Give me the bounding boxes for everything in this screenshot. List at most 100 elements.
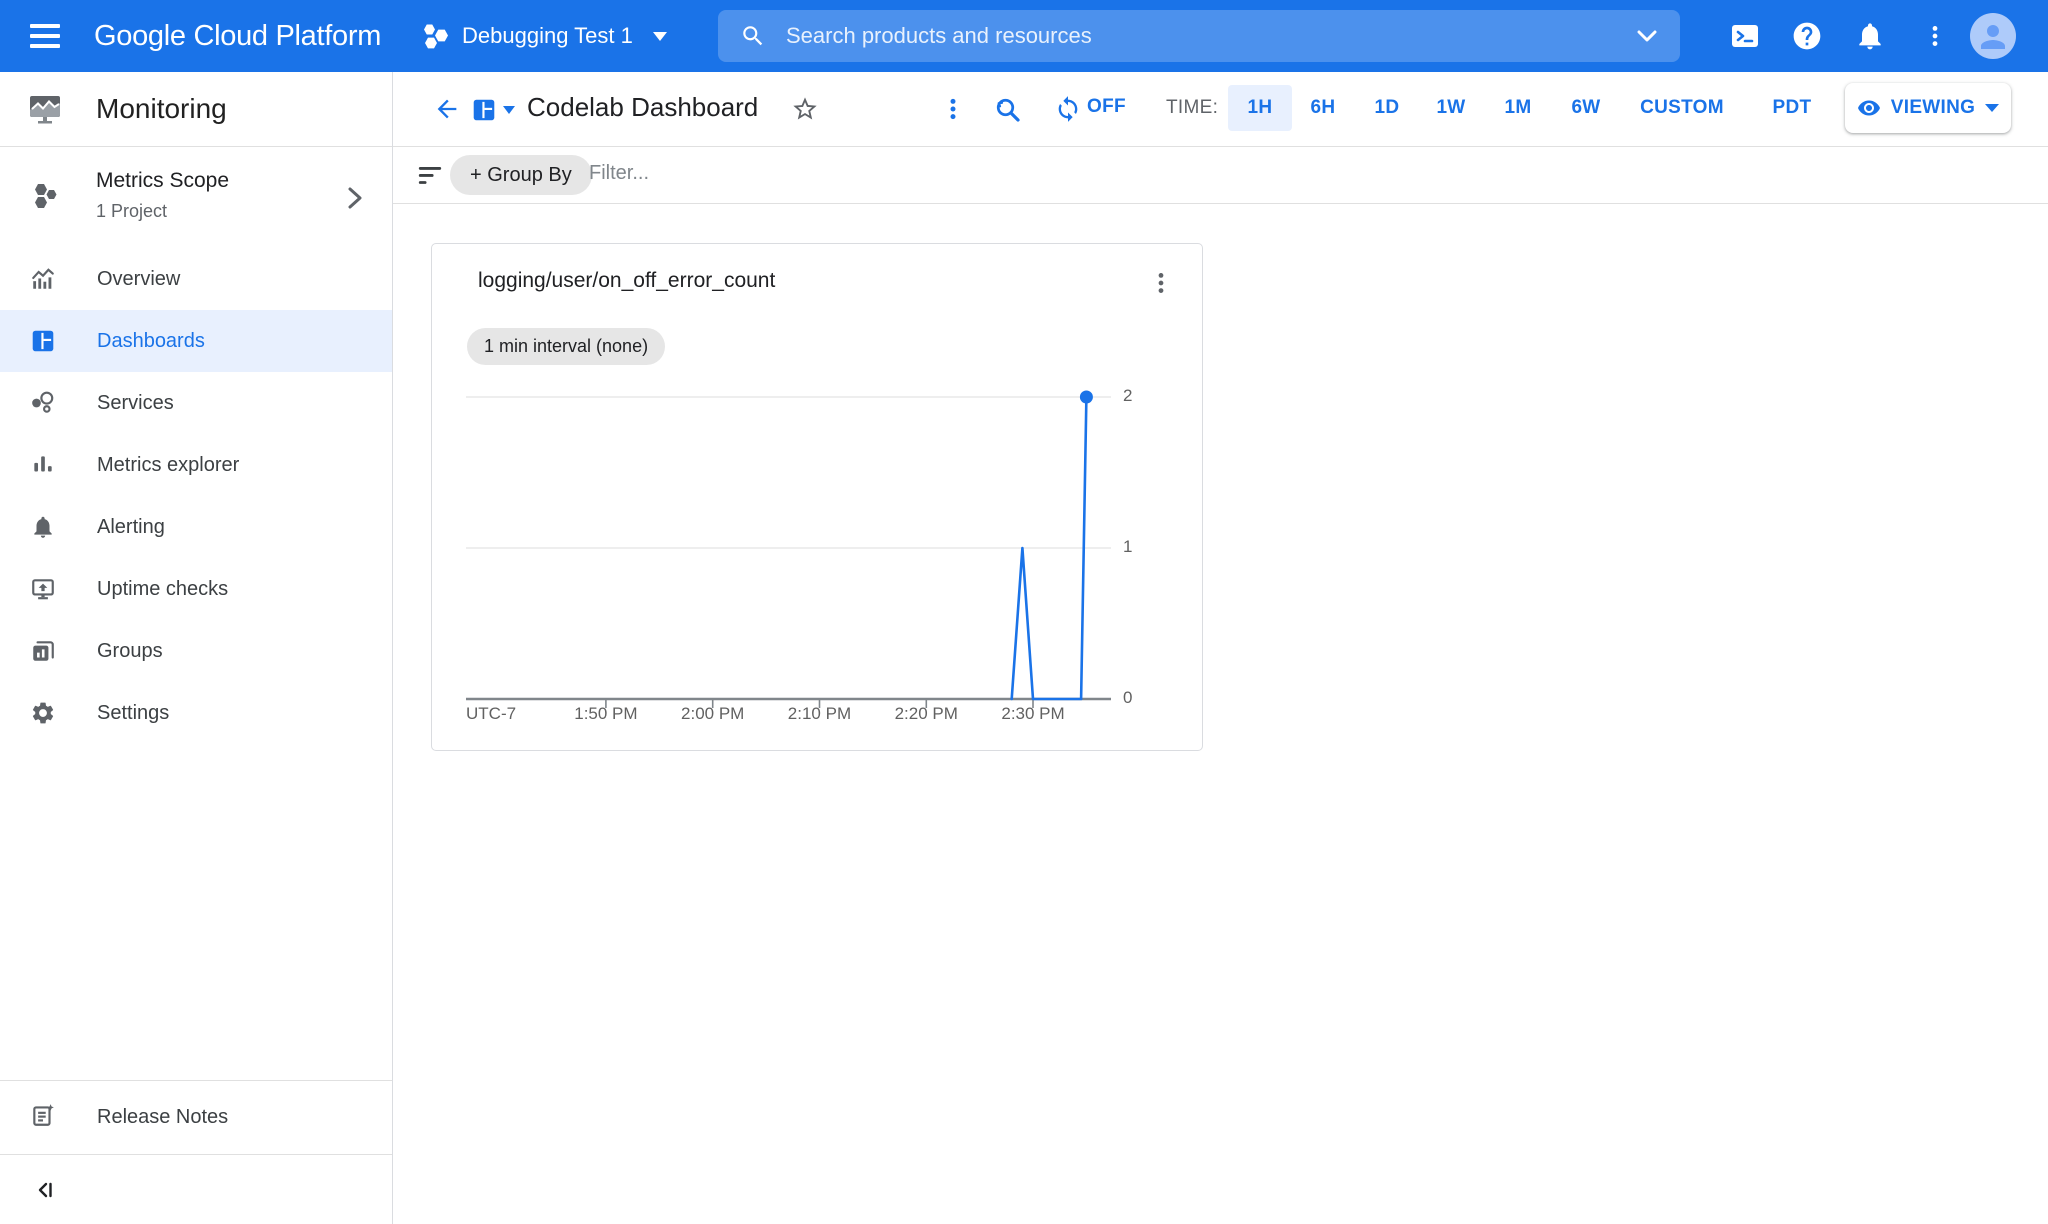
sidebar-nav: Overview Dashboards Services Metrics exp… — [0, 248, 392, 744]
y-axis-label-0: 0 — [1123, 688, 1163, 708]
x-axis-timezone-label: UTC-7 — [466, 704, 516, 724]
project-selector[interactable]: Debugging Test 1 — [424, 0, 667, 72]
toolbar-kebab-menu-icon[interactable] — [940, 96, 966, 122]
chart-card: logging/user/on_off_error_count 1 min in… — [431, 243, 1203, 751]
y-axis-label-2: 2 — [1123, 386, 1163, 406]
metrics-scope-hexagons-icon — [30, 181, 60, 211]
eye-icon — [1857, 96, 1881, 120]
header-kebab-menu-icon[interactable] — [1922, 20, 1948, 52]
metrics-scope-selector[interactable]: Metrics Scope 1 Project — [0, 147, 392, 248]
search-input[interactable]: Search products and resources — [718, 10, 1680, 62]
filter-input[interactable]: Filter... — [589, 162, 649, 185]
menu-hamburger-icon[interactable] — [30, 20, 64, 52]
viewing-mode-button[interactable]: VIEWING — [1845, 83, 2011, 133]
time-range-1m[interactable]: 1M — [1505, 85, 1532, 131]
sidebar-item-label: Overview — [97, 268, 180, 291]
filter-list-icon[interactable] — [416, 163, 444, 189]
dashboard-toolbar: Codelab Dashboard OFF TIME: 1H 6H 1D 1W … — [393, 72, 2048, 147]
alerting-bell-icon — [30, 514, 56, 540]
sidebar-item-uptime-checks[interactable]: Uptime checks — [0, 558, 392, 620]
sidebar-item-overview[interactable]: Overview — [0, 248, 392, 310]
sidebar-item-alerting[interactable]: Alerting — [0, 496, 392, 558]
project-hexagons-icon — [424, 23, 450, 49]
time-range-6w[interactable]: 6W — [1571, 85, 1600, 131]
sidebar-item-label: Metrics explorer — [97, 454, 239, 477]
time-range-custom[interactable]: CUSTOM — [1640, 85, 1724, 131]
viewing-caret-icon — [1985, 104, 1999, 112]
cloud-shell-icon[interactable] — [1729, 20, 1761, 52]
notifications-bell-icon[interactable] — [1854, 20, 1886, 52]
back-arrow-icon[interactable] — [433, 95, 461, 123]
x-axis-tick-label: 2:30 PM — [1001, 704, 1064, 724]
metrics-scope-subtitle: 1 Project — [96, 201, 167, 222]
search-expand-chevron-icon[interactable] — [1636, 29, 1658, 43]
search-icon — [740, 23, 766, 49]
time-range-label: TIME: — [1166, 97, 1218, 119]
account-avatar[interactable] — [1970, 13, 2016, 59]
x-axis-tick-label: 2:20 PM — [895, 704, 958, 724]
sidebar: Monitoring Metrics Scope 1 Project Overv… — [0, 72, 393, 1224]
latest-point-dot — [1080, 391, 1093, 404]
sidebar-item-label: Alerting — [97, 516, 165, 539]
top-app-bar: Google Cloud Platform Debugging Test 1 S… — [0, 0, 2048, 72]
gcp-logo[interactable]: Google Cloud Platform — [94, 0, 381, 72]
group-by-chip[interactable]: + Group By — [450, 155, 592, 195]
chart-kebab-menu-icon[interactable] — [1148, 270, 1174, 296]
time-range-1d[interactable]: 1D — [1375, 85, 1400, 131]
sidebar-item-label: Uptime checks — [97, 578, 228, 601]
dashboard-title: Codelab Dashboard — [527, 92, 758, 123]
sidebar-collapse-button[interactable] — [0, 1155, 392, 1224]
sidebar-item-dashboards[interactable]: Dashboards — [0, 310, 392, 372]
collapse-sidebar-icon — [34, 1178, 58, 1202]
monitoring-product-icon — [28, 94, 62, 124]
main-content: Codelab Dashboard OFF TIME: 1H 6H 1D 1W … — [393, 72, 2048, 1224]
dashboard-switch-caret-icon[interactable] — [503, 106, 515, 114]
time-range-1w[interactable]: 1W — [1436, 85, 1465, 131]
chart-title: logging/user/on_off_error_count — [478, 269, 775, 293]
sidebar-item-label: Services — [97, 392, 174, 415]
dashboard-type-icon[interactable] — [471, 97, 497, 123]
y-axis-label-1: 1 — [1123, 537, 1163, 557]
metrics-scope-title: Metrics Scope — [96, 169, 229, 193]
x-axis-tick-label: 2:10 PM — [788, 704, 851, 724]
sidebar-item-metrics-explorer[interactable]: Metrics explorer — [0, 434, 392, 496]
timezone-button[interactable]: PDT — [1773, 85, 1812, 131]
time-range-6h[interactable]: 6H — [1311, 85, 1336, 131]
sidebar-item-label: Groups — [97, 640, 163, 663]
interval-badge[interactable]: 1 min interval (none) — [467, 328, 665, 365]
filter-bar: + Group By Filter... — [393, 147, 2048, 204]
services-icon — [30, 390, 56, 416]
settings-gear-icon — [30, 700, 56, 726]
sidebar-product-title: Monitoring — [96, 93, 227, 125]
metrics-explorer-bars-icon — [30, 452, 56, 478]
x-axis-tick-label: 2:00 PM — [681, 704, 744, 724]
search-placeholder: Search products and resources — [786, 23, 1636, 49]
sidebar-bottom: Release Notes — [0, 1080, 392, 1224]
release-notes-link[interactable]: Release Notes — [0, 1081, 392, 1154]
gcp-monitoring-app: Google Cloud Platform Debugging Test 1 S… — [0, 0, 2048, 1224]
sidebar-item-label: Dashboards — [97, 330, 205, 353]
sidebar-item-settings[interactable]: Settings — [0, 682, 392, 744]
product-header: Monitoring — [0, 72, 392, 147]
chevron-right-icon — [344, 183, 366, 213]
favorite-star-icon[interactable] — [791, 95, 819, 123]
release-notes-label: Release Notes — [97, 1106, 228, 1129]
help-icon[interactable] — [1791, 20, 1823, 52]
x-axis-tick-label: 1:50 PM — [574, 704, 637, 724]
auto-refresh-state[interactable]: OFF — [1087, 96, 1126, 118]
uptime-checks-icon — [30, 576, 56, 602]
zoom-reset-icon[interactable] — [993, 95, 1023, 125]
project-name: Debugging Test 1 — [462, 23, 633, 49]
chevron-down-icon — [653, 32, 667, 41]
line-chart — [466, 389, 1111, 729]
sidebar-item-groups[interactable]: Groups — [0, 620, 392, 682]
viewing-label: VIEWING — [1891, 97, 1975, 119]
release-notes-icon — [30, 1102, 56, 1133]
time-range-1h[interactable]: 1H — [1228, 85, 1292, 131]
groups-icon — [30, 638, 56, 664]
person-icon — [1975, 19, 2011, 55]
sidebar-item-services[interactable]: Services — [0, 372, 392, 434]
dashboards-icon — [30, 328, 56, 354]
auto-refresh-icon[interactable] — [1054, 95, 1082, 123]
sidebar-item-label: Settings — [97, 702, 169, 725]
